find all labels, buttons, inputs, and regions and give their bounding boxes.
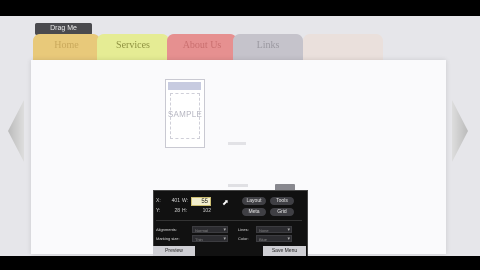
tab-links[interactable]: Links	[233, 34, 303, 62]
alignments-select[interactable]: Normal	[192, 226, 228, 234]
lines-label: Lines:	[238, 227, 249, 232]
tab-services[interactable]: Services	[97, 34, 169, 62]
h-value[interactable]: 102	[194, 208, 211, 215]
page-thumbnail[interactable]: SAMPLE	[165, 79, 205, 148]
lines-select[interactable]: None	[256, 226, 292, 234]
layout-button[interactable]: Layout	[242, 197, 266, 205]
h-label: H:	[182, 208, 187, 214]
toolbox-divider	[156, 220, 302, 221]
cursor-icon: ⬈	[222, 198, 229, 207]
x-value[interactable]: 401	[164, 198, 180, 205]
y-label: Y:	[156, 208, 161, 214]
tab-about-us[interactable]: About Us	[167, 34, 237, 62]
w-label: W:	[182, 198, 189, 204]
alignments-label: Alignments:	[156, 227, 177, 232]
thumbnail-header	[168, 82, 201, 90]
preview-button[interactable]: Preview	[153, 246, 195, 256]
tools-button[interactable]: Tools	[270, 197, 294, 205]
width-input[interactable]: 55	[191, 197, 211, 206]
letterbox-bottom	[0, 256, 480, 270]
color-label: Color:	[238, 236, 249, 241]
faint-caption	[228, 184, 248, 187]
marking-size-select[interactable]: Thin	[192, 235, 228, 243]
tab-home[interactable]: Home	[33, 34, 100, 62]
x-label: X:	[156, 198, 161, 204]
y-value[interactable]: 28	[164, 208, 180, 215]
grid-button[interactable]: Grid	[270, 208, 294, 216]
sample-watermark: SAMPLE	[167, 110, 203, 119]
color-select[interactable]: Blue	[256, 235, 292, 243]
save-menu-button[interactable]: Save Menu	[263, 246, 306, 256]
meta-button[interactable]: Meta	[242, 208, 266, 216]
letterbox-top	[0, 0, 480, 16]
faint-label	[228, 142, 246, 145]
marking-size-label: Marking size:	[156, 236, 180, 241]
tab-blank[interactable]	[303, 34, 383, 62]
